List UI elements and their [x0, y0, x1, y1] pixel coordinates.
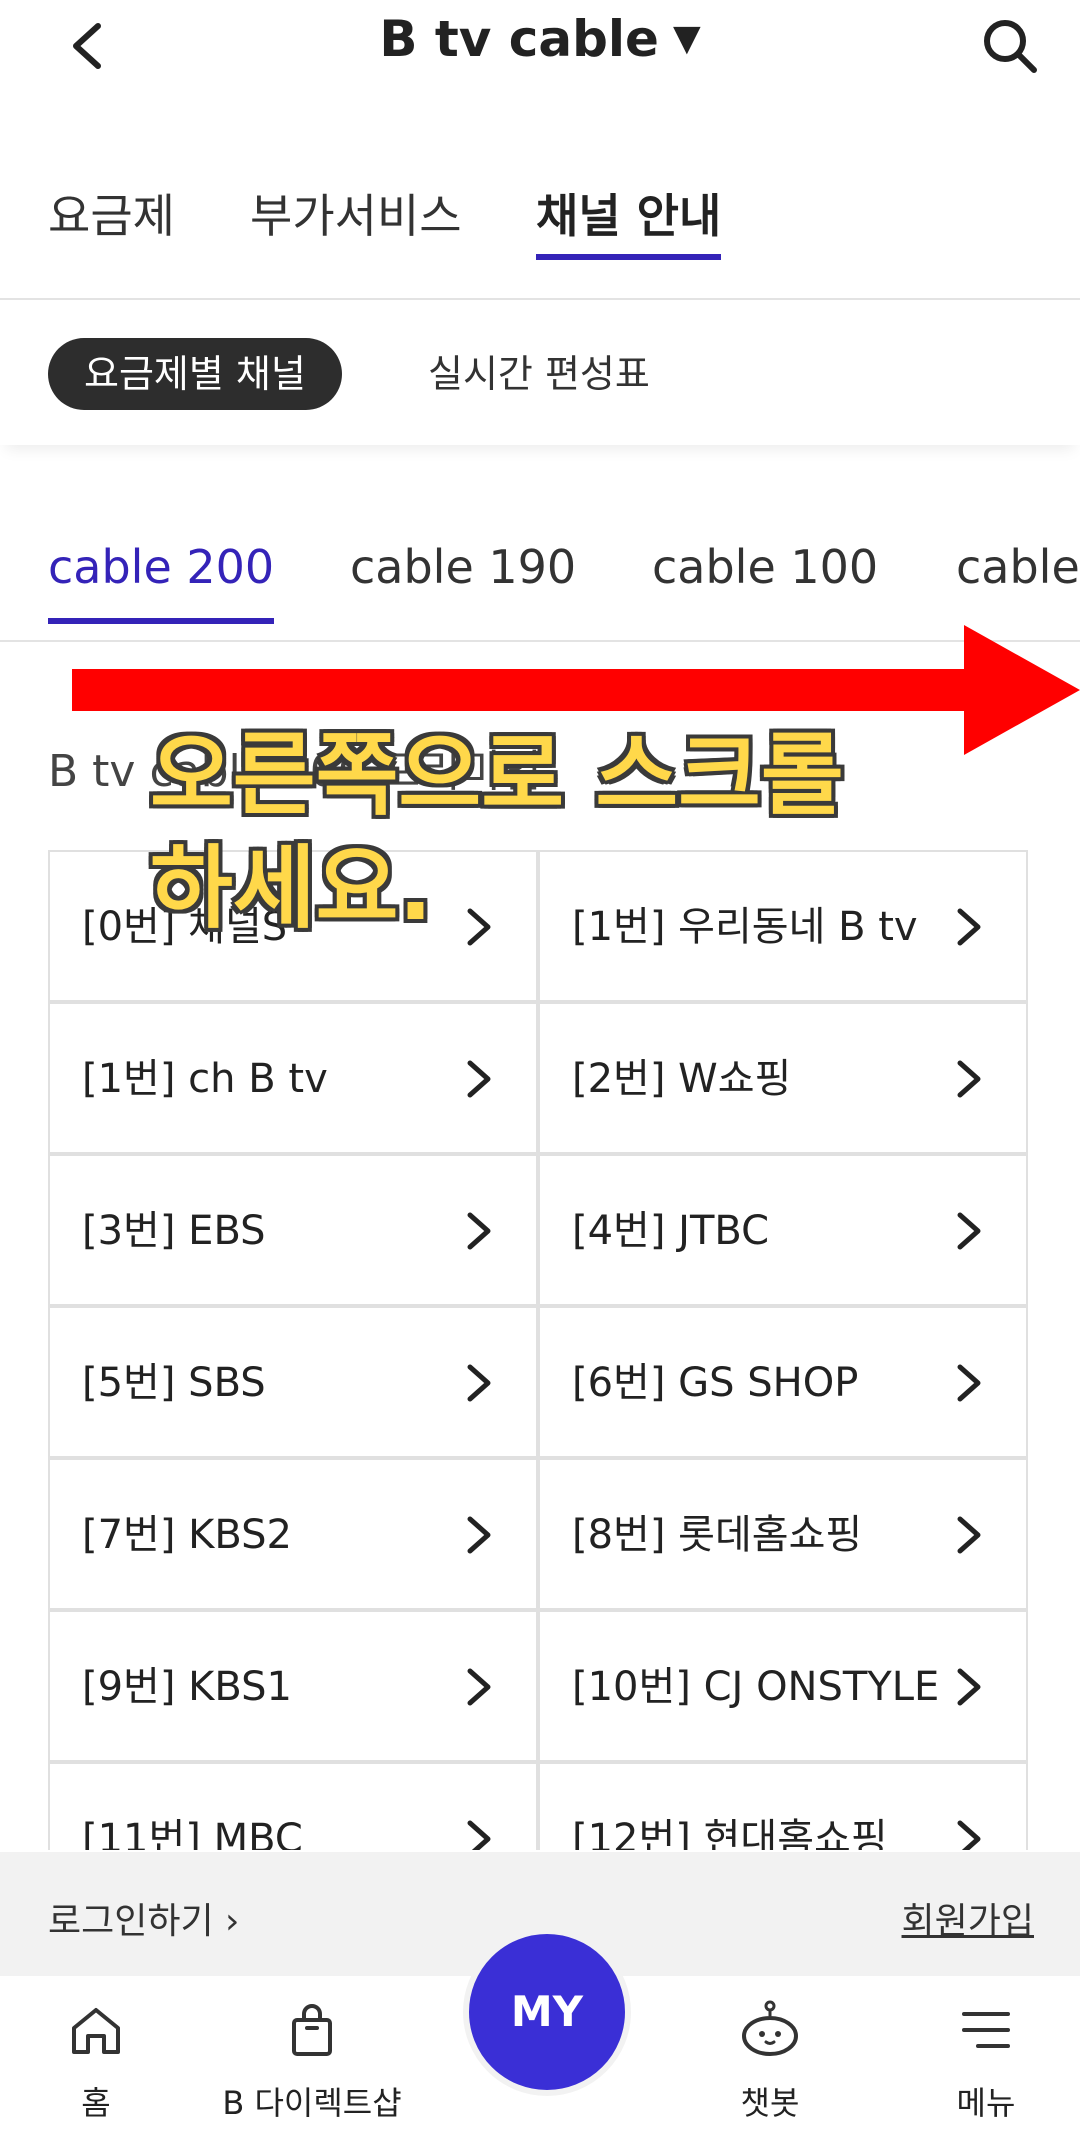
channel-label: [12번] 현대홈쇼핑 — [572, 1816, 888, 1850]
subtab-channels-by-plan[interactable]: 요금제별 채널 — [48, 338, 342, 410]
channel-label: [2번] W쇼핑 — [572, 1056, 792, 1102]
nav-direct-shop-label: B 다이렉트샵 — [222, 2084, 402, 2122]
nav-menu[interactable]: 메뉴 — [886, 1998, 1080, 2124]
channel-label: [5번] SBS — [82, 1360, 266, 1406]
channel-cell[interactable]: [7번] KBS2 — [48, 1458, 538, 1610]
my-button[interactable]: MY — [463, 1928, 631, 2096]
chevron-right-icon — [957, 908, 981, 946]
scroll-hint-line1: 오른쪽으로 스크롤 — [150, 723, 844, 828]
channel-cell[interactable]: [2번] W쇼핑 — [538, 1002, 1028, 1154]
chevron-right-icon — [957, 1060, 981, 1098]
page-title: B tv cable — [379, 10, 659, 68]
nav-chatbot-label: 챗봇 — [740, 2084, 800, 2122]
nav-direct-shop[interactable]: B 다이렉트샵 — [212, 1998, 412, 2124]
channel-cell[interactable]: [6번] GS SHOP — [538, 1306, 1028, 1458]
chevron-right-icon — [467, 1516, 491, 1554]
chevron-right-icon — [957, 1820, 981, 1850]
tab-channel-guide[interactable]: 채널 안내 — [536, 180, 722, 260]
plan-tab-cable-200[interactable]: cable 200 — [48, 540, 275, 624]
channel-grid: [0번] 채널S [1번] 우리동네 B tv [1번] ch B tv [2번… — [48, 850, 1032, 1850]
channel-cell[interactable]: [8번] 롯데홈쇼핑 — [538, 1458, 1028, 1610]
chevron-right-icon — [957, 1516, 981, 1554]
channel-cell[interactable]: [9번] KBS1 — [48, 1610, 538, 1762]
channel-label: [11번] MBC — [82, 1816, 303, 1850]
chevron-right-icon — [957, 1668, 981, 1706]
channel-cell[interactable]: [3번] EBS — [48, 1154, 538, 1306]
tab-plans[interactable]: 요금제 — [48, 180, 175, 246]
chevron-right-icon — [957, 1212, 981, 1250]
tab-addon-services[interactable]: 부가서비스 — [250, 180, 462, 246]
service-selector[interactable]: B tv cable ▼ — [0, 10, 1080, 68]
chevron-right-icon — [467, 1060, 491, 1098]
login-link[interactable]: 로그인하기 › — [48, 1892, 239, 1944]
scroll-hint-overlay: 오른쪽으로 스크롤 하세요. — [150, 720, 910, 945]
menu-icon — [962, 2012, 1010, 2048]
chevron-right-icon — [467, 1212, 491, 1250]
channel-cell[interactable]: [11번] MBC — [48, 1762, 538, 1850]
subtab-live-schedule[interactable]: 실시간 편성표 — [428, 338, 650, 410]
channel-label: [9번] KBS1 — [82, 1664, 292, 1710]
nav-chatbot[interactable]: 챗봇 — [670, 1998, 870, 2124]
chevron-right-icon — [467, 1668, 491, 1706]
channel-label: [7번] KBS2 — [82, 1512, 292, 1558]
signup-link[interactable]: 회원가입 — [902, 1892, 1034, 1944]
channel-cell[interactable]: [12번] 현대홈쇼핑 — [538, 1762, 1028, 1850]
channel-label: [4번] JTBC — [572, 1208, 770, 1254]
channel-label: [10번] CJ ONSTYLE — [572, 1664, 940, 1710]
chevron-right-icon — [957, 1364, 981, 1402]
sub-tabs: 요금제별 채널 실시간 편성표 — [0, 300, 1080, 445]
dropdown-caret-icon: ▼ — [672, 18, 701, 59]
nav-home[interactable]: 홈 — [0, 1998, 196, 2124]
channel-cell[interactable]: [4번] JTBC — [538, 1154, 1028, 1306]
plan-tab-cable-190[interactable]: cable 190 — [350, 540, 576, 594]
channel-label: [8번] 롯데홈쇼핑 — [572, 1512, 863, 1558]
plan-tab-cable-more[interactable]: cable — [956, 540, 1080, 594]
search-icon[interactable] — [980, 16, 1040, 76]
channel-label: [3번] EBS — [82, 1208, 266, 1254]
home-icon — [72, 2008, 120, 2054]
channel-cell[interactable]: [10번] CJ ONSTYLE — [538, 1610, 1028, 1762]
chevron-right-icon — [467, 1364, 491, 1402]
channel-label: [6번] GS SHOP — [572, 1360, 859, 1406]
channel-label: [1번] ch B tv — [82, 1056, 328, 1102]
channel-cell[interactable]: [1번] ch B tv — [48, 1002, 538, 1154]
main-tabs: 요금제 부가서비스 채널 안내 — [0, 170, 1080, 300]
plan-tab-cable-100[interactable]: cable 100 — [652, 540, 878, 594]
scroll-hint-line2: 하세요. — [150, 835, 433, 941]
channel-cell[interactable]: [5번] SBS — [48, 1306, 538, 1458]
shopping-bag-icon — [292, 2004, 332, 2056]
chatbot-icon — [742, 2000, 798, 2056]
nav-home-label: 홈 — [81, 2084, 111, 2122]
plan-tabs[interactable]: cable 200 cable 190 cable 100 cable — [0, 520, 1080, 642]
chevron-right-icon — [467, 1820, 491, 1850]
top-header: B tv cable ▼ — [0, 0, 1080, 92]
nav-menu-label: 메뉴 — [956, 2084, 1016, 2122]
